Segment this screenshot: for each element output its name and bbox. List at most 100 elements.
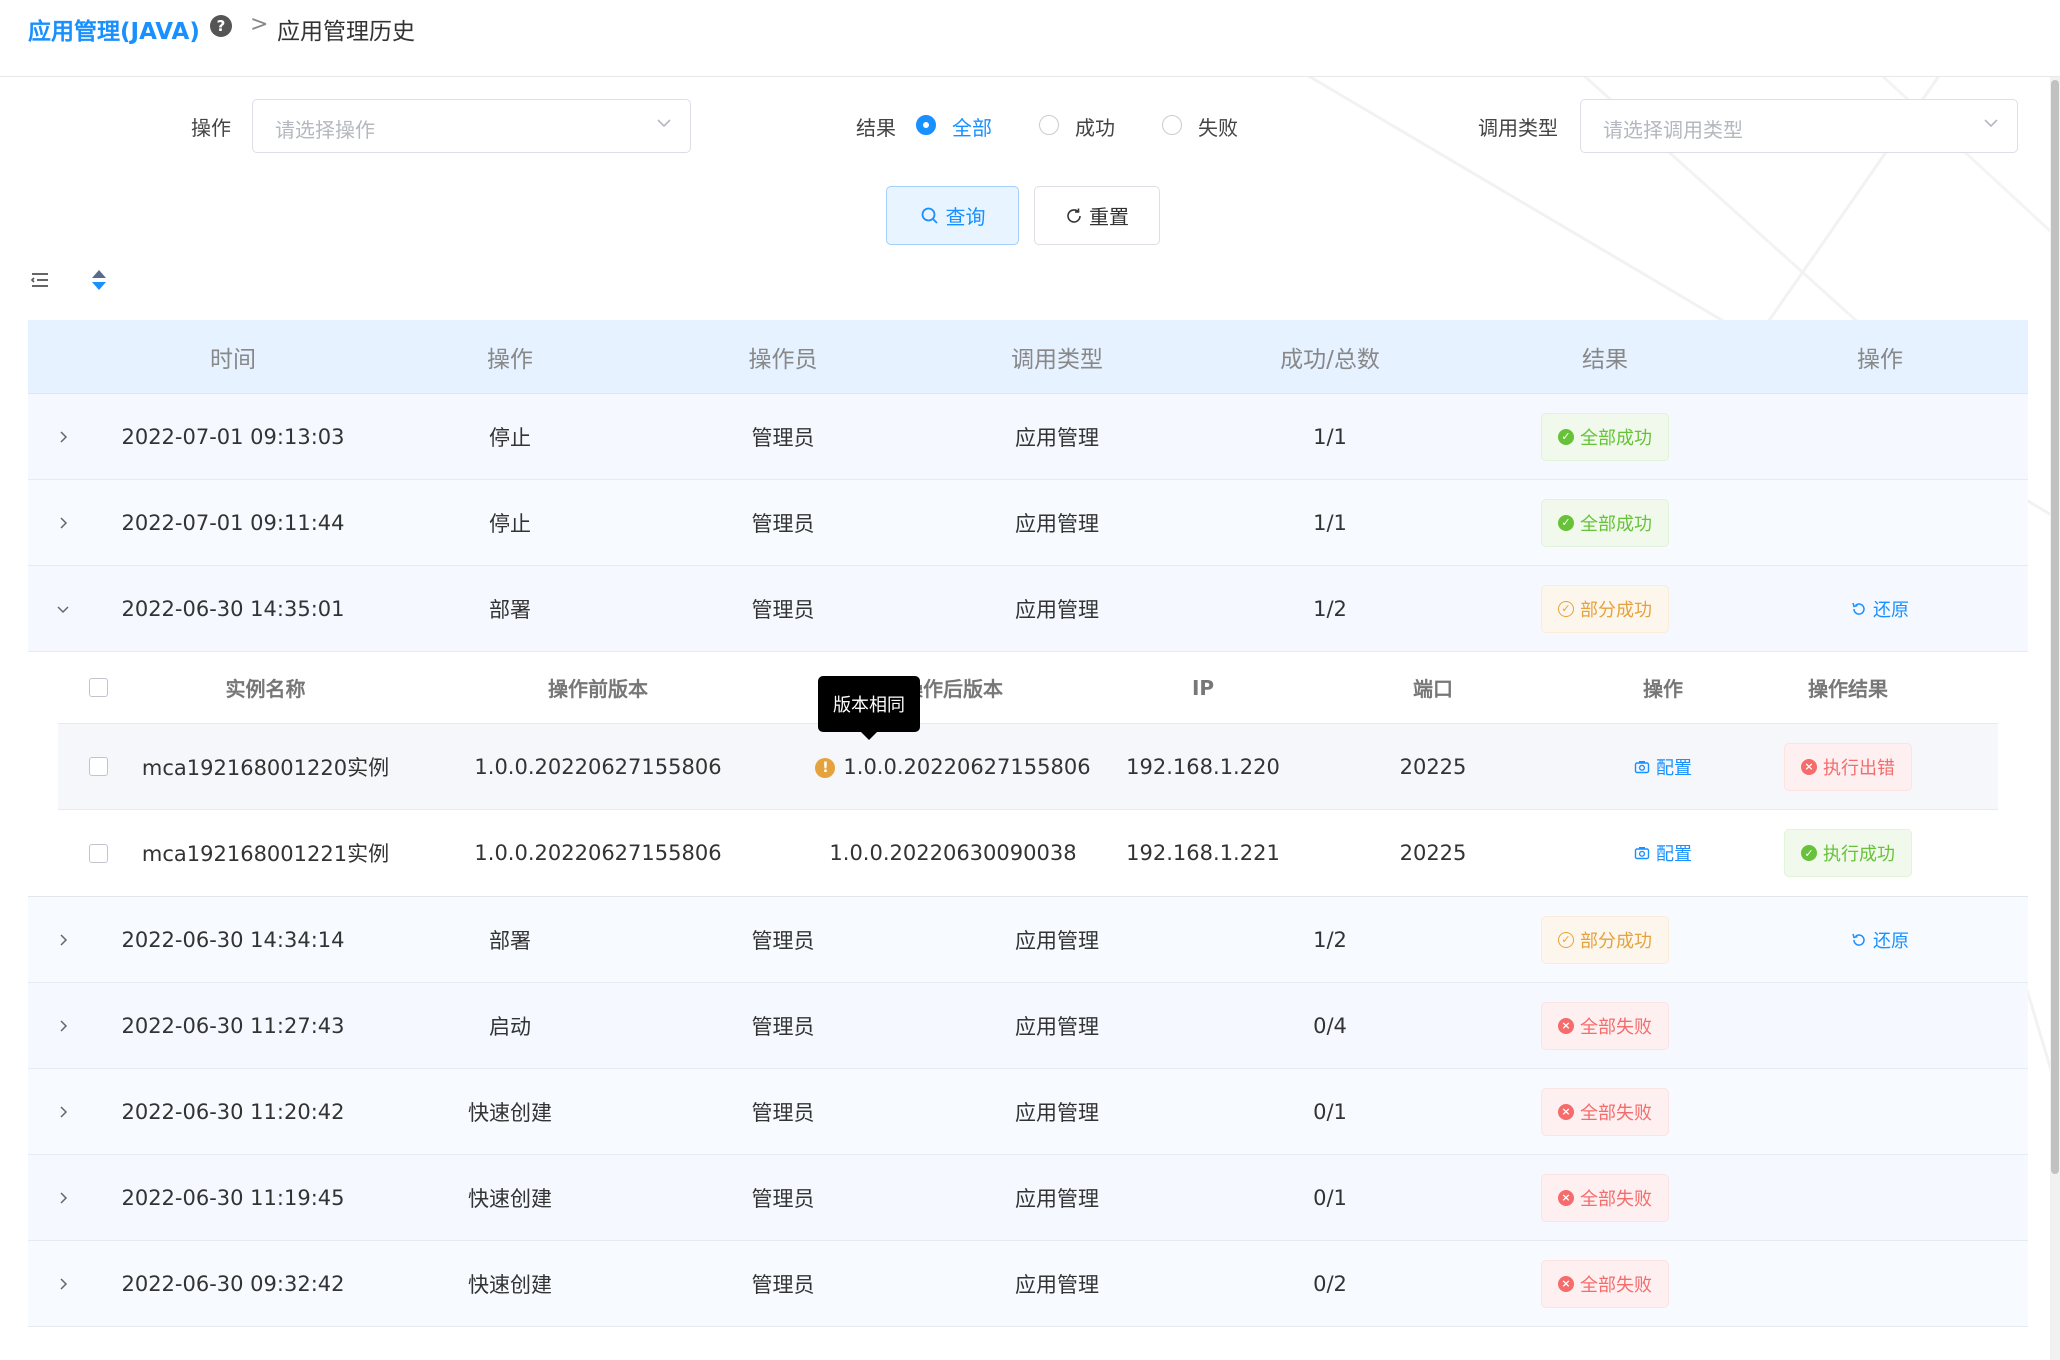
- reset-button-label: 重置: [1089, 205, 1129, 229]
- warning-icon[interactable]: !: [815, 757, 836, 778]
- table-row[interactable]: 2022-06-30 11:20:42 快速创建 管理员 应用管理 0/1 × 全部失败: [28, 1069, 2028, 1155]
- status-badge-label: 执行成功: [1823, 844, 1895, 865]
- chevron-right-icon[interactable]: [55, 932, 71, 948]
- check-circle-outline-icon: ✓: [1558, 600, 1574, 617]
- camera-icon: [1634, 847, 1650, 860]
- cell-operation: 部署: [489, 928, 531, 953]
- chevron-right-icon[interactable]: [55, 1104, 71, 1120]
- chevron-right-icon[interactable]: [55, 1018, 71, 1034]
- cell-post-version: ! 1.0.0.20220627155806: [803, 755, 1103, 779]
- config-button[interactable]: 配置: [1634, 840, 1692, 866]
- cell-result: ✓ 部分成功: [1460, 915, 1750, 964]
- nested-table-row: mca192168001220实例 1.0.0.20220627155806! 1.…: [58, 724, 1998, 810]
- chevron-down-icon: [1984, 119, 1998, 128]
- status-badge-label: 部分成功: [1580, 930, 1652, 952]
- cell-operation: 快速创建: [468, 1272, 552, 1297]
- result-radio-fail-label[interactable]: 失败: [1198, 112, 1238, 141]
- row-checkbox[interactable]: [88, 843, 108, 863]
- cell-operation: 停止: [489, 425, 531, 450]
- chevron-right-icon[interactable]: [55, 1276, 71, 1292]
- cell-post-version: 1.0.0.20220630090038: [803, 841, 1103, 865]
- cell-operator: 管理员: [751, 1014, 815, 1039]
- status-badge-label: 执行出错: [1823, 757, 1895, 779]
- cell-success-total: 1/2: [1313, 596, 1347, 621]
- chevron-down-icon[interactable]: [55, 601, 71, 617]
- table-row[interactable]: 2022-06-30 11:27:43 启动 管理员 应用管理 0/4 × 全部失败: [28, 983, 2028, 1069]
- expand-toggle[interactable]: [28, 429, 98, 445]
- cell-operation: 部署: [489, 597, 531, 622]
- reset-button[interactable]: 重置: [1034, 186, 1160, 245]
- table-row[interactable]: 2022-06-30 14:35:01 部署 管理员 应用管理 1/2 ✓ 部分成功 还原: [28, 566, 2028, 652]
- result-radio-fail[interactable]: [1162, 115, 1182, 135]
- cell-success-total: 1/1: [1313, 510, 1347, 535]
- table-row[interactable]: 2022-06-30 09:32:42 快速创建 管理员 应用管理 0/2 × 全部失败: [28, 1241, 2028, 1327]
- expand-toggle[interactable]: [28, 1190, 98, 1206]
- breadcrumb-app-link[interactable]: 应用管理(JAVA): [28, 12, 200, 46]
- expand-toggle[interactable]: [28, 601, 98, 617]
- cell-call-type: 应用管理: [1015, 1272, 1099, 1297]
- search-icon: [921, 207, 938, 224]
- nested-header-ip: IP: [1191, 675, 1215, 700]
- cell-action: 还原: [1750, 596, 2010, 622]
- result-radio-all-label[interactable]: 全部: [952, 112, 992, 141]
- restore-button[interactable]: 还原: [1851, 927, 1909, 953]
- cell-time: 2022-07-01 09:11:44: [121, 510, 345, 535]
- cell-call-type: 应用管理: [1015, 511, 1099, 536]
- version-same-tooltip: 版本相同: [818, 676, 920, 740]
- cell-pre-version: 1.0.0.20220627155806: [474, 754, 722, 779]
- close-circle-icon: ×: [1558, 1275, 1574, 1292]
- result-radio-success-label[interactable]: 成功: [1075, 112, 1115, 141]
- cell-call-type: 应用管理: [1015, 597, 1099, 622]
- select-all-checkbox[interactable]: [88, 678, 108, 697]
- cell-action: 还原: [1750, 927, 2010, 953]
- call-type-select-placeholder: 请选择调用类型: [1603, 118, 1743, 142]
- cell-operator: 管理员: [751, 1100, 815, 1125]
- camera-icon: [1634, 760, 1650, 773]
- nested-header-instance-name: 实例名称: [225, 677, 306, 701]
- cell-operator: 管理员: [751, 597, 815, 622]
- table-row[interactable]: 2022-07-01 09:11:44 停止 管理员 应用管理 1/1 ✓ 全部成功: [28, 480, 2028, 566]
- column-header-operator: 操作员: [748, 346, 818, 373]
- expand-toggle[interactable]: [28, 1276, 98, 1292]
- table-row[interactable]: 2022-07-01 09:13:03 停止 管理员 应用管理 1/1 ✓ 全部成功: [28, 394, 2028, 480]
- sort-icon[interactable]: [90, 268, 108, 292]
- row-checkbox[interactable]: [88, 757, 108, 776]
- column-settings-icon[interactable]: [30, 270, 50, 290]
- help-icon[interactable]: ?: [210, 15, 232, 37]
- expand-toggle[interactable]: [28, 1104, 98, 1120]
- result-radio-success[interactable]: [1039, 115, 1059, 135]
- config-button[interactable]: 配置: [1634, 754, 1692, 780]
- nested-table-header: 实例名称 操作前版本 操作后版本 IP 端口 操作 操作结果: [58, 652, 1998, 724]
- column-header-time[interactable]: 时间: [98, 340, 368, 374]
- cell-operator: 管理员: [751, 1272, 815, 1297]
- close-circle-icon: ×: [1801, 758, 1817, 775]
- post-version-text: 1.0.0.20220627155806: [843, 754, 1091, 779]
- nested-header-pre-version: 操作前版本: [548, 677, 648, 701]
- status-badge-label: 全部成功: [1580, 427, 1652, 449]
- result-radio-all[interactable]: [916, 115, 936, 135]
- cell-operation: 快速创建: [468, 1100, 552, 1125]
- cell-call-type: 应用管理: [1015, 928, 1099, 953]
- cell-instance-name: mca192168001220实例: [141, 755, 390, 780]
- chevron-right-icon[interactable]: [55, 1190, 71, 1206]
- status-badge: × 全部失败: [1541, 1087, 1669, 1136]
- chevron-right-icon[interactable]: [55, 429, 71, 445]
- table-row[interactable]: 2022-06-30 14:34:14 部署 管理员 应用管理 1/2 ✓ 部分成功 还原: [28, 897, 2028, 983]
- expand-toggle[interactable]: [28, 515, 98, 531]
- operation-filter-label: 操作: [191, 116, 231, 140]
- restore-button[interactable]: 还原: [1851, 596, 1909, 622]
- cell-call-type: 应用管理: [1015, 1100, 1099, 1125]
- call-type-select[interactable]: 请选择调用类型: [1580, 99, 2018, 153]
- post-version-text: 1.0.0.20220630090038: [829, 841, 1077, 865]
- check-circle-outline-icon: ✓: [1558, 931, 1574, 948]
- nested-instance-table: 实例名称 操作前版本 操作后版本 IP 端口 操作 操作结果 mca192168001220实…: [28, 652, 2028, 897]
- status-badge-label: 全部成功: [1580, 513, 1652, 535]
- cell-pre-version: 1.0.0.20220627155806: [474, 841, 722, 865]
- expand-toggle[interactable]: [28, 932, 98, 948]
- expand-toggle[interactable]: [28, 1018, 98, 1034]
- table-row[interactable]: 2022-06-30 11:19:45 快速创建 管理员 应用管理 0/1 × 全部失败: [28, 1155, 2028, 1241]
- query-button[interactable]: 查询: [886, 186, 1019, 245]
- scrollbar-thumb[interactable]: [2051, 80, 2059, 1174]
- chevron-right-icon[interactable]: [55, 515, 71, 531]
- operation-select[interactable]: 请选择操作: [252, 99, 691, 153]
